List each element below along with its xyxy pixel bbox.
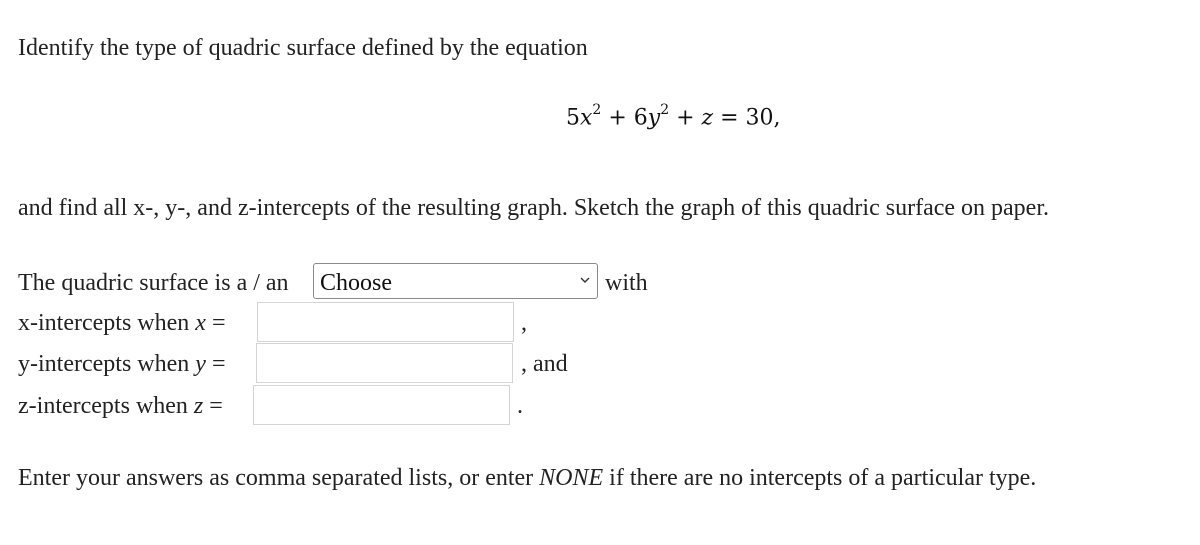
x-eq: =	[211, 310, 226, 336]
equation-var-x: x	[580, 105, 593, 131]
x-intercepts-label: x-intercepts when x =	[18, 311, 225, 335]
y-eq: =	[211, 351, 226, 377]
y-intercepts-input[interactable]	[256, 343, 513, 383]
equation: 5x2 + 6y2 + z = 30,	[566, 102, 781, 131]
answer-note: Enter your answers as comma separated li…	[18, 466, 1036, 490]
chevron-down-icon	[580, 277, 590, 283]
question-intro: Identify the type of quadric surface def…	[18, 35, 588, 61]
z-intercepts-text: z-intercepts when	[18, 393, 188, 419]
equation-var-z: z	[701, 105, 714, 131]
surface-type-select[interactable]: Choose	[313, 263, 598, 299]
z-eq: =	[209, 393, 223, 419]
surface-type-selected: Choose	[320, 270, 392, 296]
z-var: z	[193, 393, 204, 419]
question-instruction: and find all x-, y-, and z-intercepts of…	[18, 195, 1049, 221]
x-intercepts-suffix: ,	[521, 310, 527, 336]
x-var: x	[195, 310, 206, 336]
equation-var-y: y	[647, 105, 661, 131]
z-intercepts-label: z-intercepts when z =	[18, 394, 223, 418]
equation-plus-z: +	[669, 105, 702, 131]
x-intercepts-input[interactable]	[257, 302, 514, 342]
answer-note-after: if there are no intercepts of a particul…	[609, 465, 1037, 491]
equation-plus-y: + 6	[601, 105, 648, 131]
y-var: y	[195, 351, 206, 377]
answer-note-before: Enter your answers as comma separated li…	[18, 465, 534, 491]
y-intercepts-text: y-intercepts when	[18, 351, 190, 377]
equation-exp-x: 2	[592, 102, 602, 118]
z-intercepts-suffix: .	[517, 393, 523, 419]
surface-suffix: with	[605, 270, 648, 296]
surface-label: The quadric surface is a / an	[18, 270, 289, 296]
equation-rhs: = 30,	[713, 105, 781, 131]
y-intercepts-suffix: , and	[521, 351, 568, 377]
y-intercepts-label: y-intercepts when y =	[18, 352, 225, 376]
equation-exp-y: 2	[660, 102, 670, 118]
answer-note-none: NONE	[539, 465, 604, 491]
z-intercepts-input[interactable]	[253, 385, 510, 425]
x-intercepts-text: x-intercepts when	[18, 310, 190, 336]
equation-coef-x: 5	[566, 105, 580, 131]
